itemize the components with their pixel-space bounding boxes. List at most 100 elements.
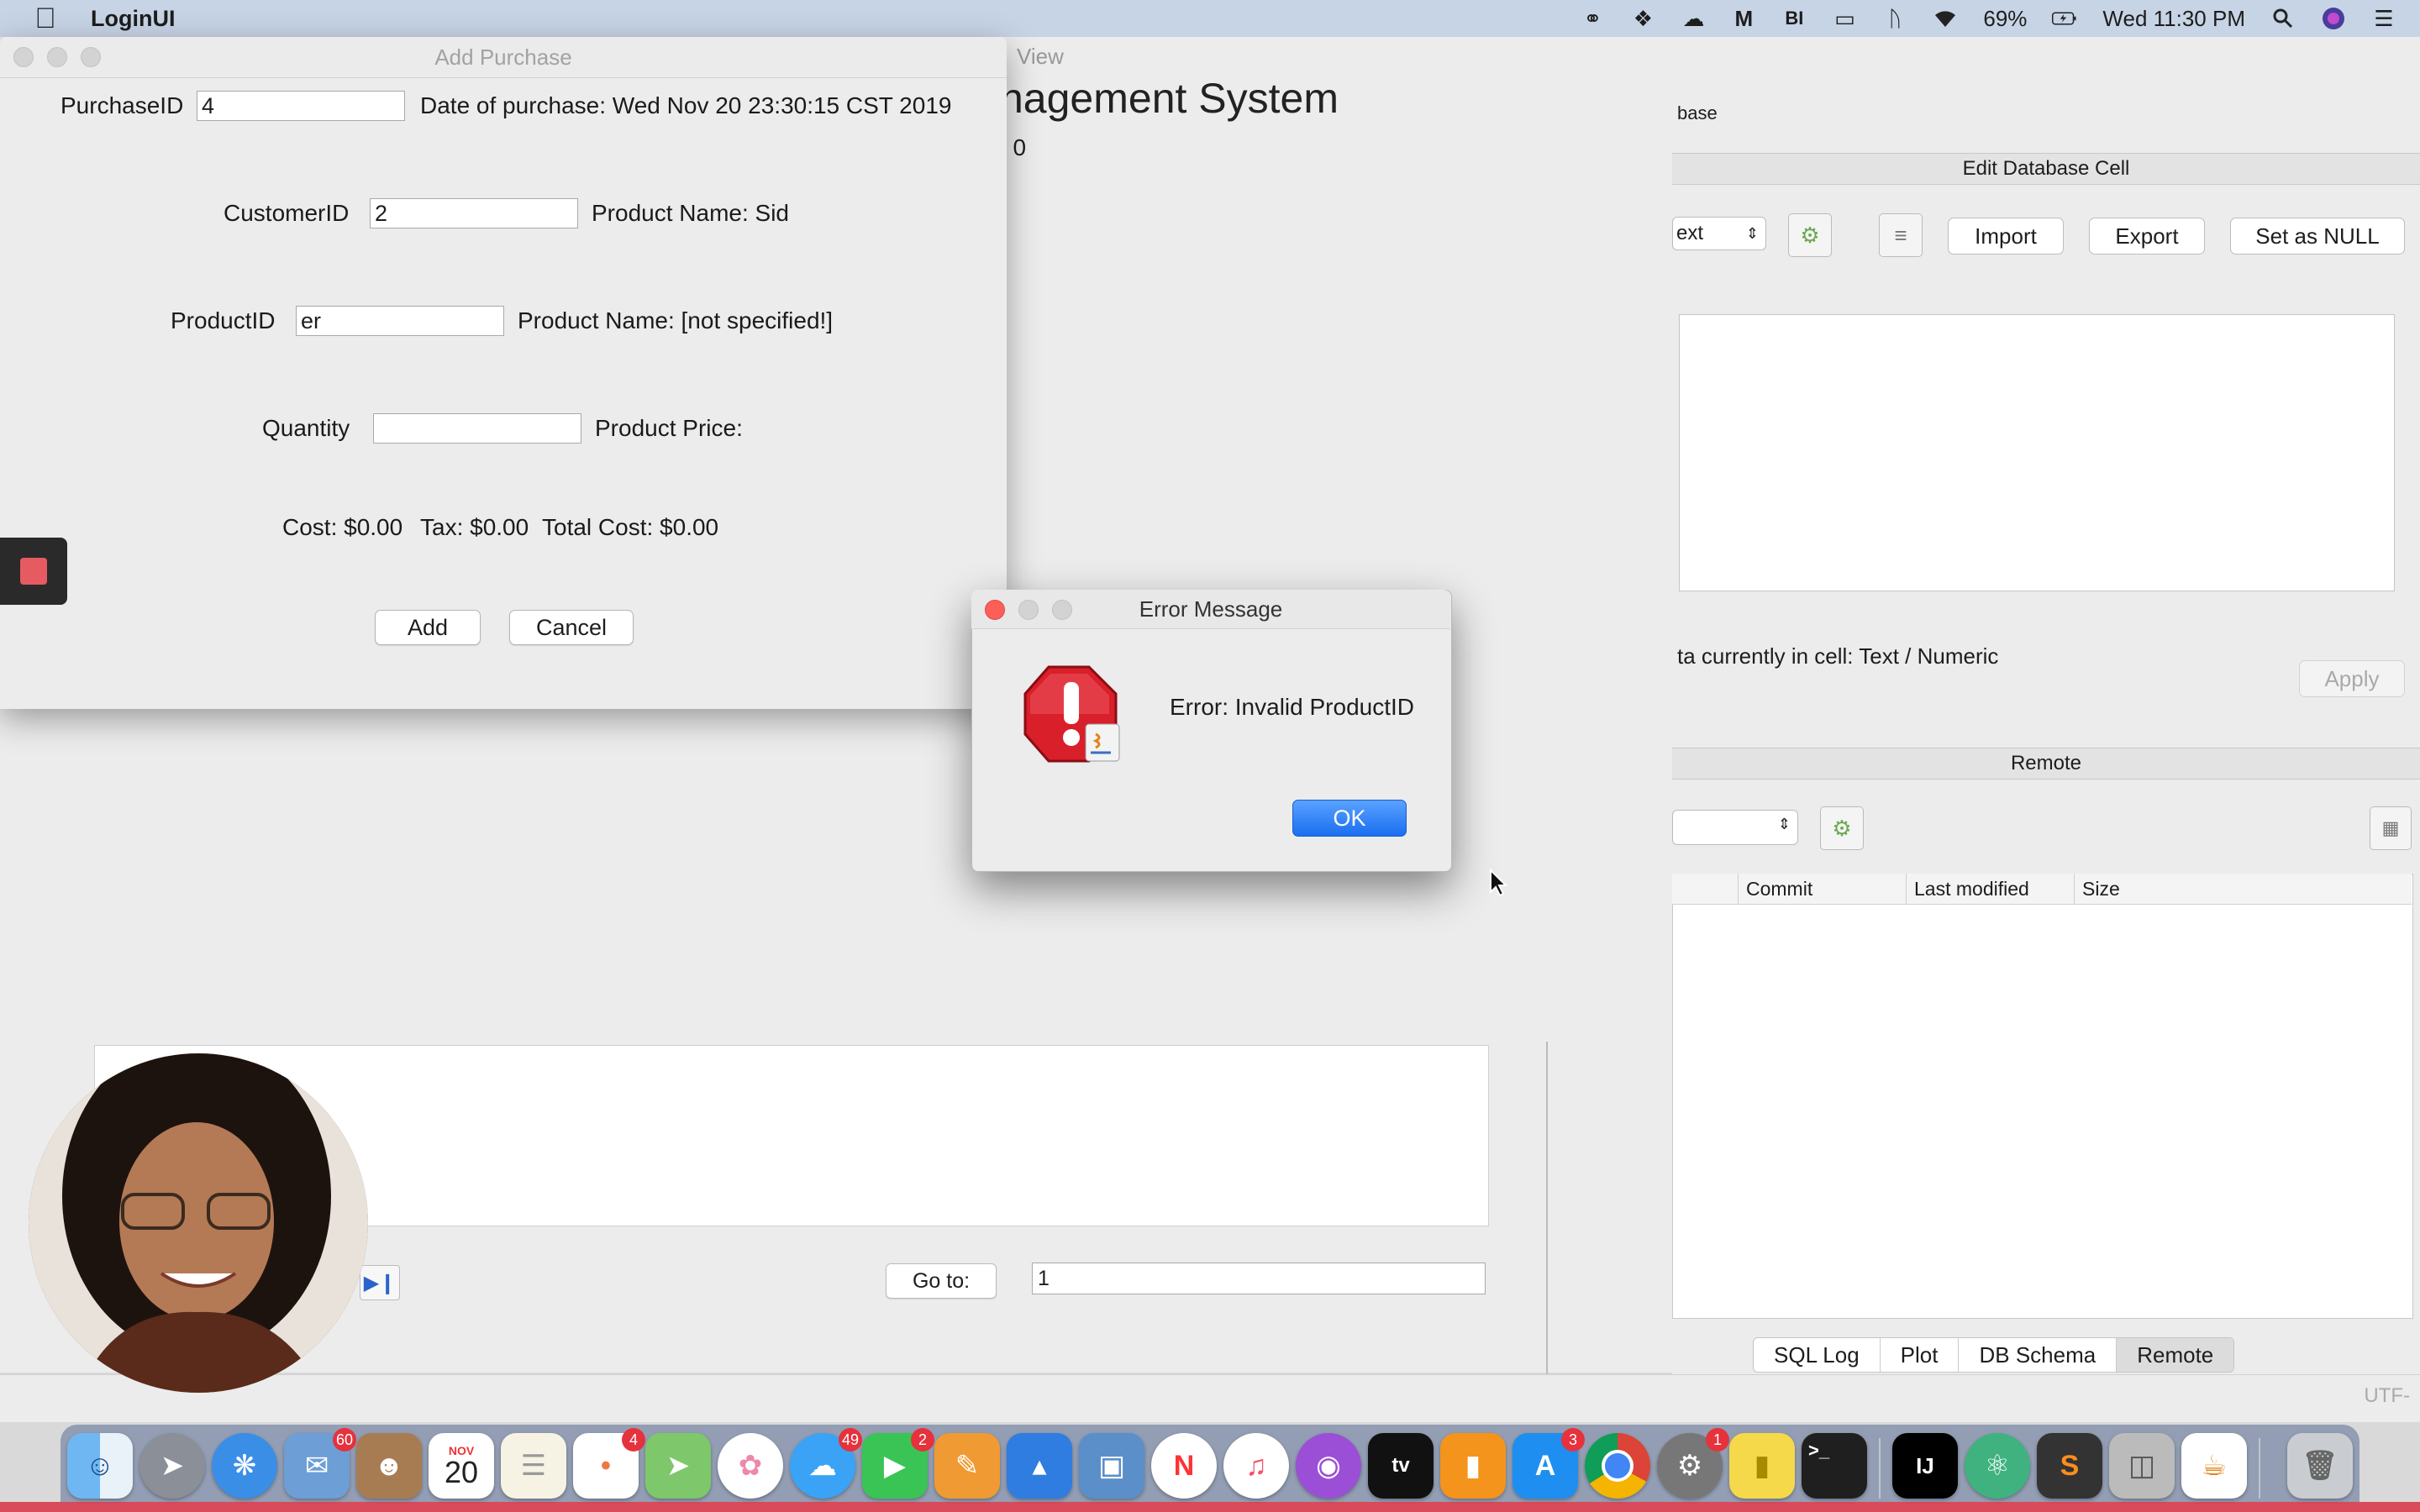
airplay-icon[interactable]: ▭ bbox=[1832, 6, 1857, 31]
contacts-icon[interactable]: ☻ bbox=[356, 1433, 422, 1499]
customer-name-label: Product Name: Sid bbox=[592, 200, 789, 226]
atom-icon[interactable]: ⚛ bbox=[1965, 1433, 2030, 1499]
db-browser-icon[interactable]: ◫ bbox=[2109, 1433, 2175, 1499]
java-icon[interactable]: ☕ bbox=[2181, 1433, 2247, 1499]
system-preferences-icon[interactable]: ⚙ 1 bbox=[1657, 1428, 1729, 1499]
word-wrap-button[interactable]: ≡ bbox=[1879, 213, 1923, 257]
column-commit[interactable]: Commit bbox=[1746, 878, 1812, 900]
preview-icon[interactable]: ▣ bbox=[1079, 1433, 1144, 1499]
import-button[interactable]: Import bbox=[1948, 218, 2064, 255]
tab-remote[interactable]: Remote bbox=[2117, 1338, 2234, 1372]
messages-badge: 49 bbox=[838, 1428, 862, 1452]
pages-icon[interactable]: ✎ bbox=[934, 1433, 1000, 1499]
apply-button[interactable]: Apply bbox=[2299, 660, 2405, 697]
tab-db-schema[interactable]: DB Schema bbox=[1959, 1338, 2118, 1372]
notes-icon[interactable]: ☰ bbox=[501, 1433, 566, 1499]
calendar-icon[interactable]: NOV 20 bbox=[429, 1433, 494, 1499]
remote-settings-button[interactable]: ⚙ bbox=[1820, 806, 1864, 850]
settings-gear-button[interactable]: ⚙ bbox=[1788, 213, 1832, 257]
customer-id-field[interactable]: 2 bbox=[370, 198, 578, 228]
set-null-button[interactable]: Set as NULL bbox=[2230, 218, 2405, 255]
database-icon: ▦ bbox=[2381, 817, 2400, 838]
bluetooth-icon[interactable]: ᚢ bbox=[1882, 6, 1907, 31]
customer-id-label: CustomerID bbox=[224, 200, 350, 226]
books-icon[interactable]: ▮ bbox=[1440, 1433, 1506, 1499]
gmail-icon[interactable]: M bbox=[1731, 6, 1756, 31]
dock-separator bbox=[2259, 1438, 2260, 1499]
reminders-icon[interactable]: • 4 bbox=[573, 1428, 645, 1499]
keynote-icon[interactable]: ▴ bbox=[1007, 1433, 1072, 1499]
updown-icon: ⇕ bbox=[1777, 816, 1791, 832]
export-button[interactable]: Export bbox=[2089, 218, 2205, 255]
battery-icon[interactable] bbox=[2052, 6, 2077, 31]
remote-header: Remote bbox=[1672, 748, 2420, 780]
news-icon[interactable]: N bbox=[1151, 1433, 1217, 1499]
app-store-badge: 3 bbox=[1561, 1428, 1585, 1452]
finder-icon[interactable]: ☺ bbox=[67, 1433, 133, 1499]
wifi-icon[interactable] bbox=[1933, 6, 1958, 31]
remote-file-table[interactable] bbox=[1672, 874, 2413, 1319]
remote-upload-button[interactable]: ▦ bbox=[2370, 806, 2412, 850]
cancel-button[interactable]: Cancel bbox=[509, 610, 634, 645]
window-title: Add Purchase bbox=[434, 45, 572, 70]
maps-icon[interactable]: ➤ bbox=[645, 1433, 711, 1499]
apple-icon[interactable]:  bbox=[29, 3, 62, 35]
cloud-icon[interactable]: ☁ bbox=[1681, 6, 1706, 31]
menu-clock[interactable]: Wed 11:30 PM bbox=[2102, 6, 2245, 32]
trash-icon[interactable]: 🗑 bbox=[2287, 1433, 2353, 1499]
purchase-id-field[interactable]: 4 bbox=[197, 91, 405, 121]
warning-stop-icon bbox=[1022, 664, 1123, 764]
search-icon[interactable] bbox=[2270, 6, 2296, 31]
safari-icon[interactable]: ❋ bbox=[212, 1433, 277, 1499]
cell-type-label: ta currently in cell: Text / Numeric bbox=[1677, 643, 1999, 669]
last-record-button[interactable]: ▶❙ bbox=[360, 1265, 400, 1300]
terminal-icon[interactable]: >_ bbox=[1802, 1433, 1867, 1499]
list-icon[interactable]: ☰ bbox=[2371, 6, 2396, 31]
purchase-date-label: Date of purchase: Wed Nov 20 23:30:15 CS… bbox=[420, 92, 952, 118]
remote-identity-select[interactable]: ⇕ bbox=[1672, 810, 1798, 845]
ok-button[interactable]: OK bbox=[1292, 800, 1407, 837]
podcasts-icon[interactable]: ◉ bbox=[1296, 1433, 1361, 1499]
webcam-overlay bbox=[29, 1053, 368, 1393]
tv-icon[interactable]: tv bbox=[1368, 1433, 1434, 1499]
product-id-label: ProductID bbox=[171, 307, 276, 333]
app-store-icon[interactable]: A3 bbox=[1512, 1428, 1585, 1499]
tab-sql-log[interactable]: SQL Log bbox=[1754, 1338, 1881, 1372]
launchpad-icon[interactable]: ➤ bbox=[139, 1433, 205, 1499]
goto-input[interactable]: 1 bbox=[1032, 1263, 1486, 1294]
sublime-icon[interactable]: S bbox=[2037, 1433, 2102, 1499]
pane-divider[interactable] bbox=[1546, 1042, 1548, 1374]
add-button[interactable]: Add bbox=[375, 610, 481, 645]
goto-button[interactable]: Go to: bbox=[886, 1263, 997, 1299]
creative-cloud-icon[interactable]: ⚭ bbox=[1580, 6, 1605, 31]
tab-plot[interactable]: Plot bbox=[1881, 1338, 1960, 1372]
tax-label: Tax: $0.00 bbox=[420, 514, 529, 540]
app-menu-name[interactable]: LoginUI bbox=[91, 6, 175, 32]
intellij-icon[interactable]: IJ bbox=[1892, 1433, 1958, 1499]
facetime-icon[interactable]: ▶ 2 bbox=[862, 1428, 934, 1499]
mode-select[interactable]: ext ⇕ bbox=[1672, 217, 1766, 250]
photos-icon[interactable]: ✿ bbox=[718, 1433, 783, 1499]
battery-percent[interactable]: 69% bbox=[1983, 6, 2027, 32]
stickies-icon[interactable]: ▮ bbox=[1729, 1433, 1795, 1499]
column-last-modified[interactable]: Last modified bbox=[1914, 878, 2029, 900]
gear-icon: ⚙ bbox=[1800, 222, 1820, 248]
skip-forward-icon: ▶❙ bbox=[363, 1271, 397, 1294]
chrome-icon[interactable] bbox=[1585, 1433, 1650, 1499]
stop-icon bbox=[20, 558, 47, 585]
bold-icon[interactable]: BI bbox=[1781, 6, 1807, 31]
edit-cell-header: Edit Database Cell bbox=[1672, 153, 2420, 185]
mail-icon[interactable]: ✉ 60 bbox=[284, 1428, 356, 1499]
purchase-id-label: PurchaseID bbox=[60, 92, 184, 118]
product-id-field[interactable]: er bbox=[296, 306, 504, 336]
cell-editor[interactable] bbox=[1679, 314, 2395, 591]
dropbox-icon[interactable]: ❖ bbox=[1630, 6, 1655, 31]
recording-stop-button[interactable] bbox=[0, 538, 67, 605]
music-icon[interactable]: ♫ bbox=[1223, 1433, 1289, 1499]
messages-icon[interactable]: ☁ 49 bbox=[790, 1428, 862, 1499]
column-size[interactable]: Size bbox=[2082, 878, 2120, 900]
quantity-field[interactable] bbox=[373, 413, 581, 444]
add-purchase-window bbox=[0, 37, 1007, 709]
menu-bar:  LoginUI ⚭ ❖ ☁ M BI ▭ ᚢ 69% Wed 11:30 P… bbox=[0, 0, 2420, 37]
siri-icon[interactable] bbox=[2321, 6, 2346, 31]
